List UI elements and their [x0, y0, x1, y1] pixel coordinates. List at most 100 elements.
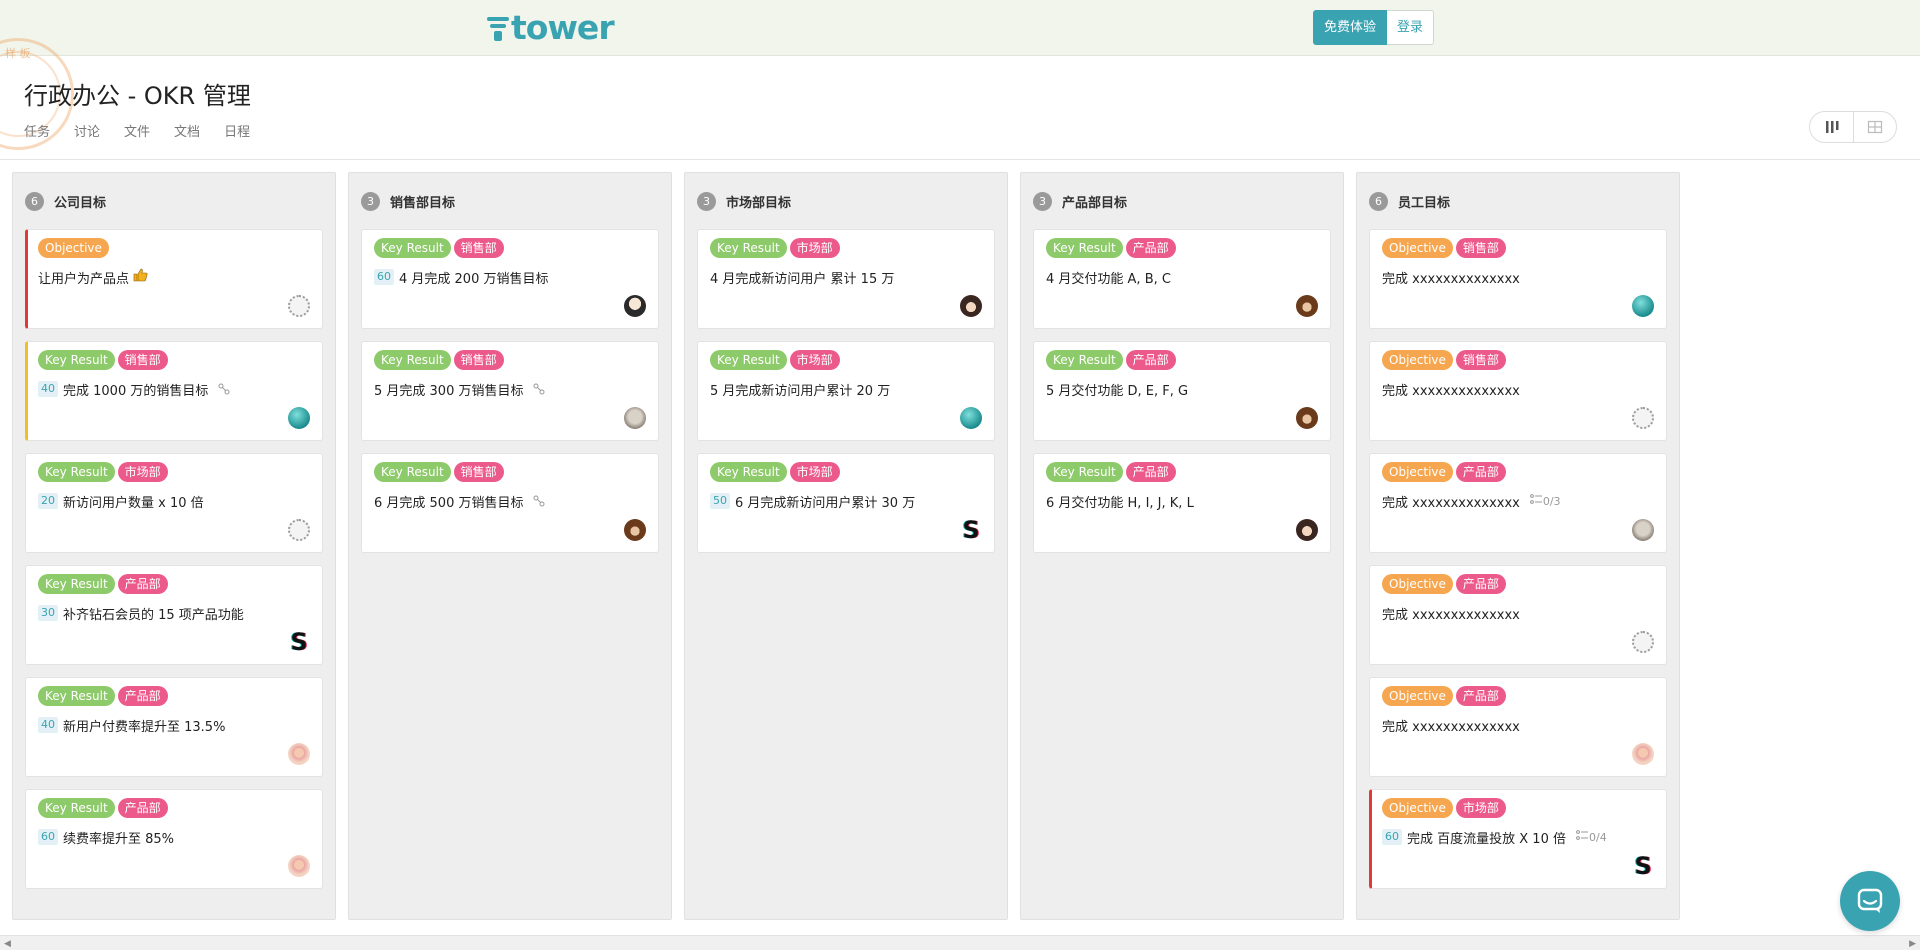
department-tag: 销售部 [1455, 350, 1506, 370]
assignee-avatar[interactable] [1632, 743, 1654, 765]
type-tag: Key Result [374, 350, 451, 370]
assignee-avatar[interactable]: S [960, 519, 982, 541]
assignee-avatar[interactable] [288, 519, 310, 541]
task-card[interactable]: Objective 产品部 完成 xxxxxxxxxxxxxx [1369, 677, 1667, 777]
card-title: 4 月完成 200 万销售目标 [399, 271, 549, 287]
auth-buttons: 免费体验 登录 [1313, 10, 1435, 45]
board-view-button[interactable] [1810, 112, 1853, 142]
link-icon [533, 383, 545, 395]
task-card[interactable]: Key Result 销售部 40 完成 1000 万的销售目标 [25, 341, 323, 441]
assignee-avatar[interactable] [1632, 519, 1654, 541]
progress-score: 60 [38, 829, 58, 845]
progress-score: 60 [1382, 829, 1402, 845]
task-card[interactable]: Key Result 产品部 60 续费率提升至 85% [25, 789, 323, 889]
progress-score: 60 [374, 269, 394, 285]
assignee-avatar[interactable]: S [288, 631, 310, 653]
assignee-avatar[interactable] [288, 295, 310, 317]
login-button[interactable]: 登录 [1387, 10, 1435, 45]
task-card[interactable]: Objective 让用户为产品点 [25, 229, 323, 329]
scroll-right-icon[interactable]: ▶ [1909, 939, 1916, 949]
column-title: 销售部目标 [390, 195, 456, 211]
tab-tasks[interactable]: 任务 [24, 121, 50, 140]
type-tag: Key Result [710, 238, 787, 258]
scroll-left-icon[interactable]: ◀ [4, 939, 11, 949]
type-tag: Key Result [38, 574, 115, 594]
tower-logo[interactable]: tower [487, 10, 615, 46]
task-card[interactable]: Objective 销售部 完成 xxxxxxxxxxxxxx [1369, 229, 1667, 329]
department-tag: 产品部 [1455, 574, 1506, 594]
assignee-avatar[interactable] [624, 519, 646, 541]
card-tags: Objective 销售部 [1382, 238, 1654, 258]
tab-files[interactable]: 文件 [124, 121, 150, 140]
task-card[interactable]: Key Result 市场部 4 月完成新访问用户 累计 15 万 [697, 229, 995, 329]
task-card[interactable]: Objective 市场部 60 完成 百度流量投放 X 10 倍 0/4 S [1369, 789, 1667, 889]
thumbs-up-icon [133, 268, 148, 286]
assignee-avatar[interactable] [1632, 295, 1654, 317]
type-tag: Key Result [1046, 238, 1123, 258]
card-title-row: 50 6 月完成新访问用户累计 30 万 [710, 491, 982, 511]
tab-calendar[interactable]: 日程 [224, 121, 250, 140]
task-card[interactable]: Key Result 产品部 40 新用户付费率提升至 13.5% [25, 677, 323, 777]
assignee-avatar[interactable] [960, 295, 982, 317]
table-view-button[interactable] [1853, 112, 1896, 142]
assignee-avatar[interactable] [624, 407, 646, 429]
department-tag: 销售部 [117, 350, 168, 370]
assignee-avatar[interactable] [624, 295, 646, 317]
subtask-progress: 0/4 [1576, 830, 1607, 844]
task-card[interactable]: Objective 产品部 完成 xxxxxxxxxxxxxx 0/3 [1369, 453, 1667, 553]
task-card[interactable]: Objective 销售部 完成 xxxxxxxxxxxxxx [1369, 341, 1667, 441]
subtask-progress: 0/3 [1529, 494, 1561, 508]
board-view-icon [1825, 121, 1838, 133]
card-tags: Objective [38, 238, 310, 258]
department-tag: 市场部 [117, 462, 168, 482]
card-title: 5 月交付功能 D, E, F, G [1046, 383, 1189, 399]
task-card[interactable]: Key Result 销售部 5 月完成 300 万销售目标 [361, 341, 659, 441]
assignee-avatar[interactable] [288, 743, 310, 765]
assignee-avatar[interactable] [1632, 407, 1654, 429]
task-card[interactable]: Objective 产品部 完成 xxxxxxxxxxxxxx [1369, 565, 1667, 665]
card-title-row: 完成 xxxxxxxxxxxxxx [1382, 715, 1654, 735]
card-tags: Objective 销售部 [1382, 350, 1654, 370]
type-tag: Key Result [38, 350, 115, 370]
assignee-avatar[interactable] [288, 855, 310, 877]
card-title-row: 60 4 月完成 200 万销售目标 [374, 267, 646, 287]
column-header: 3 销售部目标 [349, 173, 671, 229]
free-trial-button[interactable]: 免费体验 [1313, 10, 1388, 45]
assignee-avatar[interactable] [1296, 519, 1318, 541]
task-card[interactable]: Key Result 销售部 6 月完成 500 万销售目标 [361, 453, 659, 553]
card-tags: Key Result 市场部 [710, 462, 982, 482]
column-count-badge: 3 [1033, 191, 1052, 211]
type-tag: Key Result [1046, 462, 1123, 482]
tab-docs[interactable]: 文档 [174, 121, 200, 140]
assignee-avatar[interactable] [1296, 407, 1318, 429]
card-title-row: 30 补齐钻石会员的 15 项产品功能 [38, 603, 310, 623]
task-card[interactable]: Key Result 产品部 6 月交付功能 H, I, J, K, L [1033, 453, 1331, 553]
task-card[interactable]: Key Result 市场部 5 月完成新访问用户累计 20 万 [697, 341, 995, 441]
task-card[interactable]: Key Result 市场部 20 新访问用户数量 x 10 倍 [25, 453, 323, 553]
type-tag: Objective [1382, 238, 1453, 258]
column-header: 3 产品部目标 [1021, 173, 1343, 229]
task-card[interactable]: Key Result 产品部 5 月交付功能 D, E, F, G [1033, 341, 1331, 441]
assignee-avatar[interactable] [288, 407, 310, 429]
column-title: 公司目标 [54, 195, 107, 211]
card-title: 5 月完成新访问用户累计 20 万 [710, 383, 891, 399]
department-tag: 销售部 [453, 462, 504, 482]
type-tag: Objective [1382, 686, 1453, 706]
type-tag: Objective [1382, 798, 1453, 818]
assignee-avatar[interactable] [1632, 631, 1654, 653]
tab-discussions[interactable]: 讨论 [74, 121, 100, 140]
assignee-avatar[interactable] [960, 407, 982, 429]
assignee-avatar[interactable]: S [1632, 855, 1654, 877]
task-card[interactable]: Key Result 产品部 4 月交付功能 A, B, C [1033, 229, 1331, 329]
assignee-avatar[interactable] [1296, 295, 1318, 317]
type-tag: Objective [38, 238, 109, 258]
card-list: Key Result 销售部 60 4 月完成 200 万销售目标 Key Result… [349, 229, 671, 553]
task-card[interactable]: Key Result 市场部 50 6 月完成新访问用户累计 30 万 S [697, 453, 995, 553]
chat-support-button[interactable] [1840, 871, 1900, 931]
card-tags: Key Result 销售部 [374, 462, 646, 482]
card-title: 6 月完成新访问用户累计 30 万 [735, 495, 916, 511]
horizontal-scrollbar[interactable]: ◀ ▶ [0, 935, 1920, 950]
task-card[interactable]: Key Result 销售部 60 4 月完成 200 万销售目标 [361, 229, 659, 329]
department-tag: 市场部 [789, 238, 840, 258]
task-card[interactable]: Key Result 产品部 30 补齐钻石会员的 15 项产品功能 S [25, 565, 323, 665]
